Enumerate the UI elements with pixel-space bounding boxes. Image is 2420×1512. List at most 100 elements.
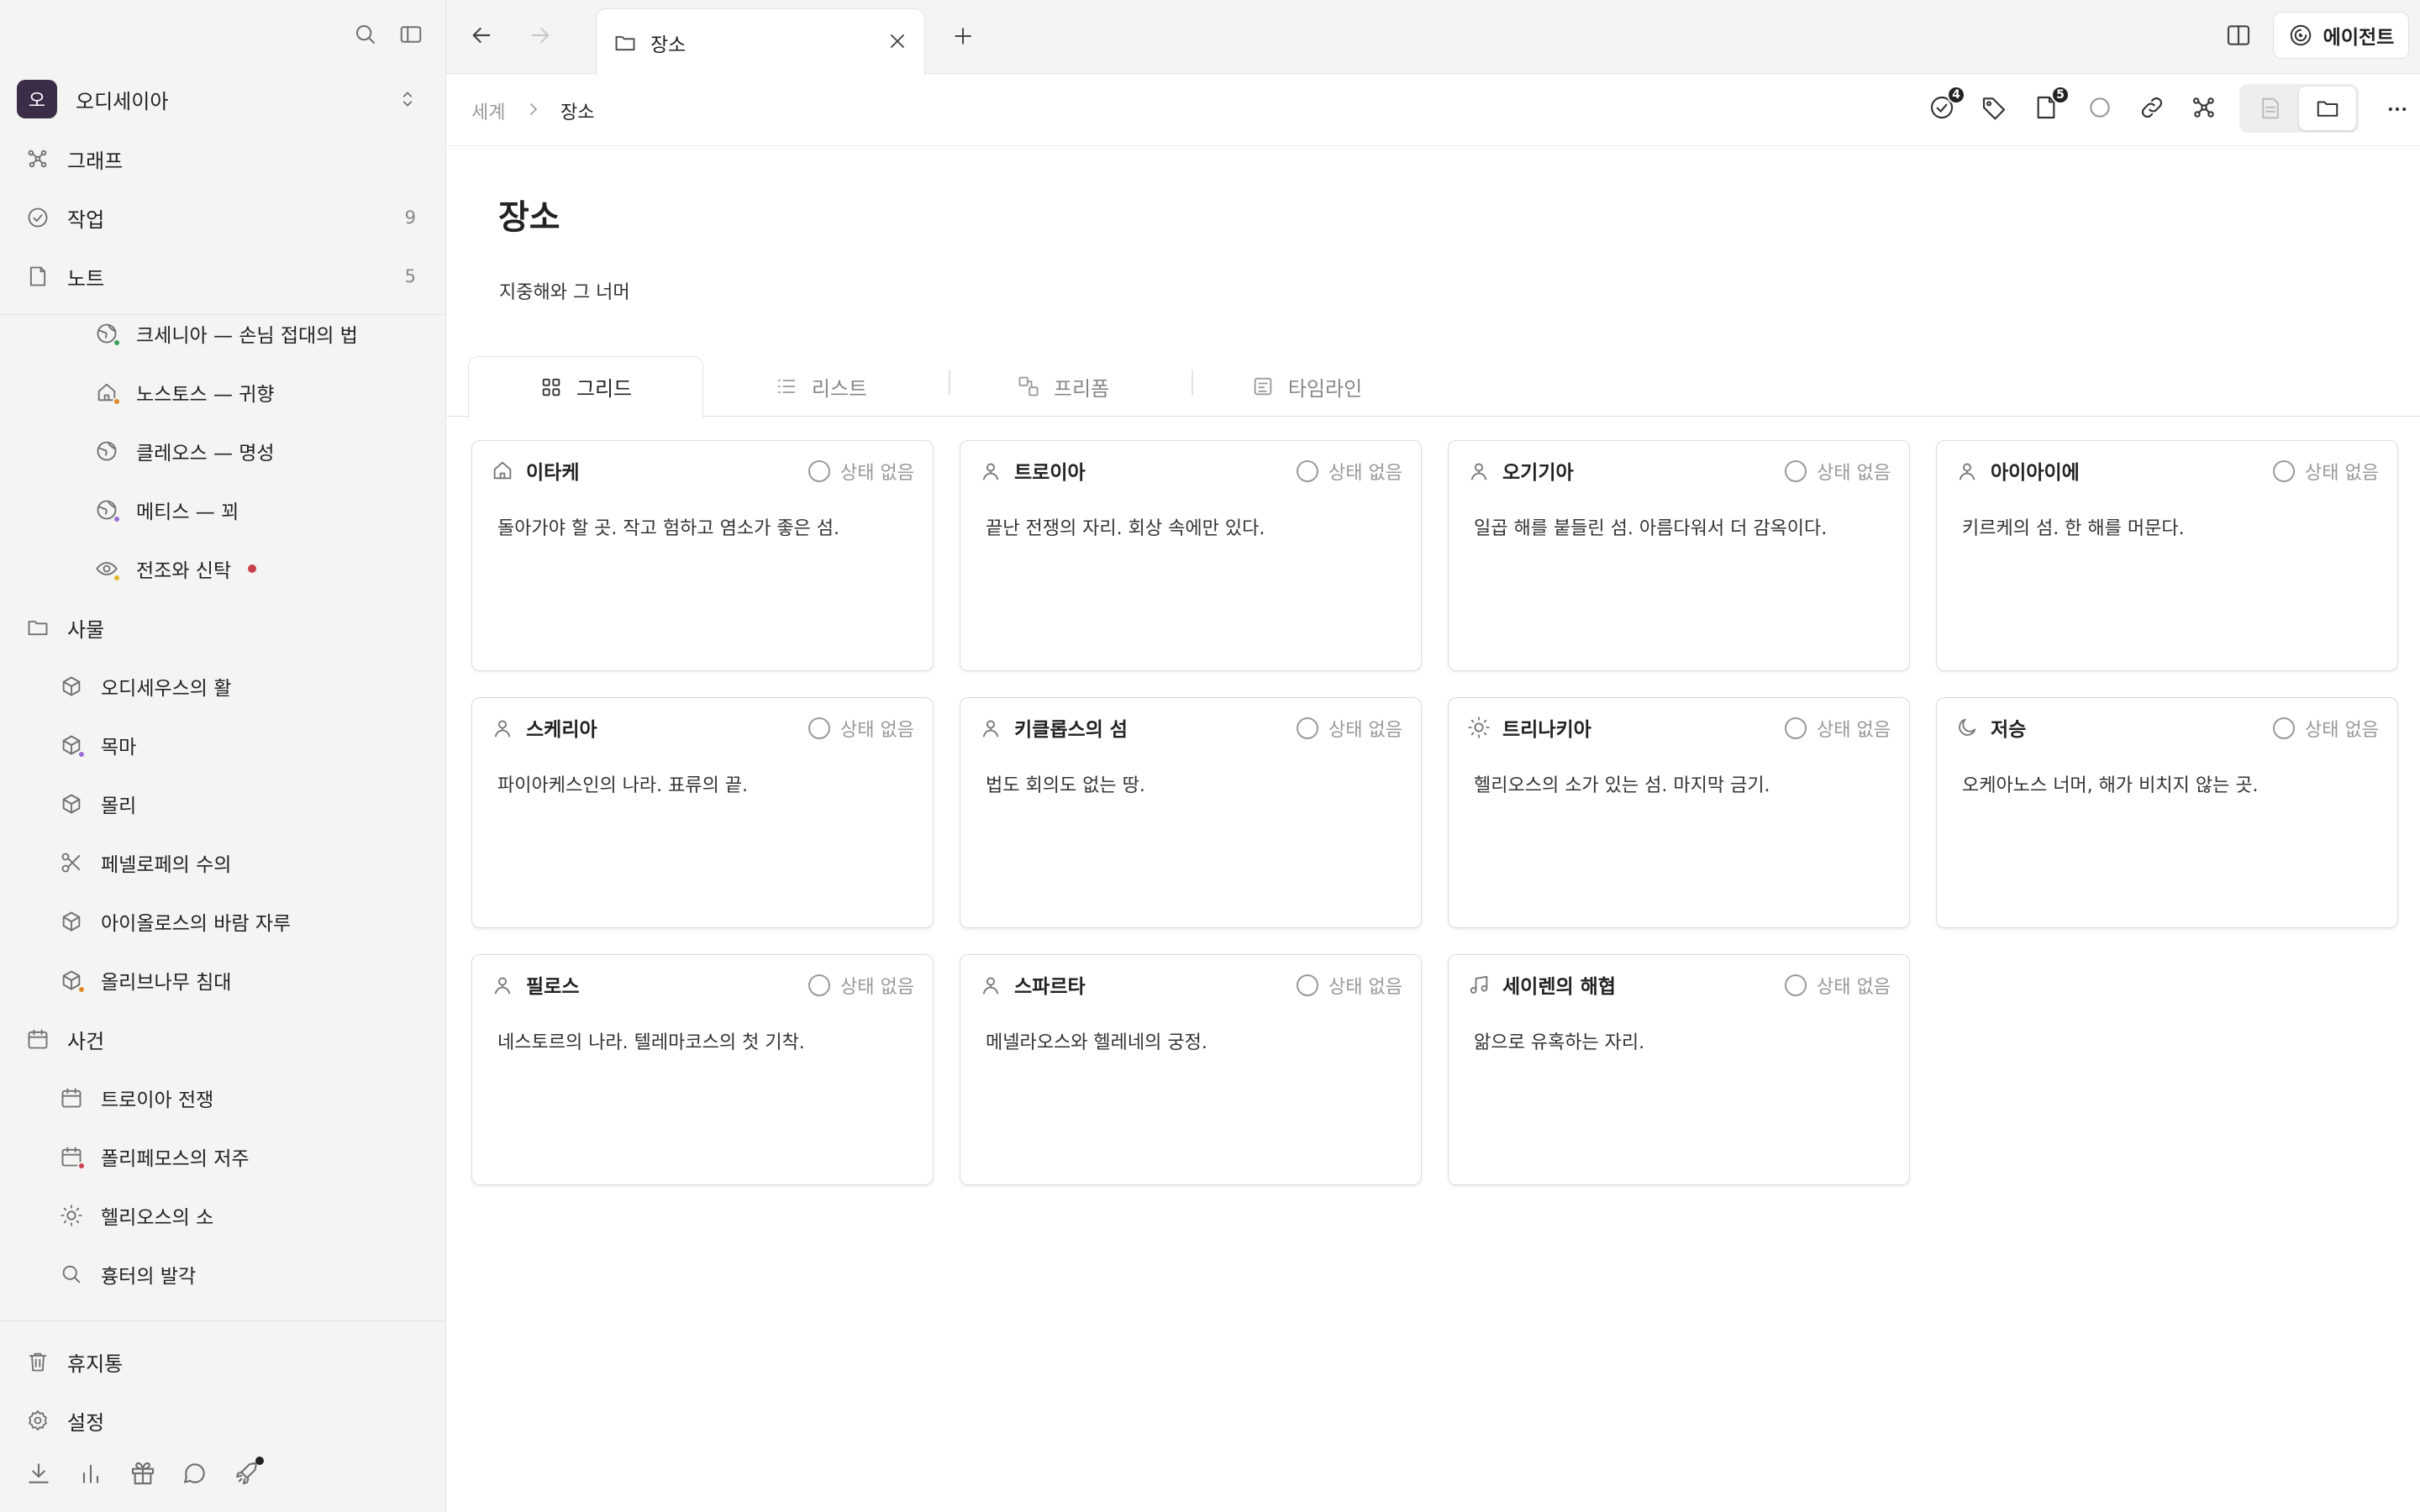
scissors-icon [59, 850, 84, 875]
status-selector[interactable]: 상태 없음 [808, 972, 914, 999]
status-dot [77, 985, 86, 994]
status-dot [77, 750, 86, 759]
tab-grid[interactable]: 그리드 [468, 356, 703, 418]
sidebar-item-thing[interactable]: 올리브나무 침대 [59, 959, 412, 1001]
sidebar-item-thing[interactable]: 오디세우스의 활 [59, 665, 412, 707]
place-card[interactable]: 세이렌의 해협 상태 없음 앎으로 유혹하는 자리. [1448, 954, 1910, 1185]
sidebar-item-thing[interactable]: 목마 [59, 724, 412, 766]
sidebar-item-label: 오디세우스의 활 [101, 678, 232, 700]
place-card[interactable]: 트로이아 상태 없음 끝난 전쟁의 자리. 회상 속에만 있다. [960, 440, 1422, 671]
sidebar-item-event[interactable]: 흉터의 발각 [59, 1253, 412, 1295]
status-circle-icon [808, 717, 831, 739]
sidebar-item-graph[interactable]: 그래프 [25, 138, 416, 180]
sidebar-item-trash[interactable]: 휴지통 [25, 1341, 416, 1383]
breadcrumb-parent[interactable]: 세계 [471, 97, 505, 124]
view-mode-toggle [2239, 84, 2359, 133]
sidebar-toggle-icon[interactable] [398, 22, 424, 47]
close-icon[interactable] [886, 29, 909, 53]
agent-button[interactable]: 에이전트 [2273, 12, 2409, 59]
rocket-icon[interactable] [234, 1457, 264, 1487]
location-icon [979, 459, 1002, 482]
sidebar-item-thing[interactable]: 몰리 [59, 783, 412, 825]
sidebar-item-event[interactable]: 폴리페모스의 저주 [59, 1136, 412, 1178]
place-card[interactable]: 저승 상태 없음 오케아노스 너머, 해가 비치지 않는 곳. [1936, 697, 2398, 928]
sidebar-item-label: 클레오스 — 명성 [136, 443, 275, 465]
sidebar-item-event[interactable]: 트로이아 전쟁 [59, 1077, 412, 1119]
tab-freeform[interactable]: 프리폼 [945, 356, 1181, 417]
tab-list[interactable]: 리스트 [703, 356, 939, 417]
tasks-check-icon[interactable]: 4 [1928, 86, 1965, 121]
sidebar-item-place[interactable]: 메티스 — 꾀 [94, 489, 413, 531]
folder-view-icon[interactable] [2299, 87, 2356, 130]
card-title: 스파르타 [1014, 976, 1086, 998]
status-selector[interactable]: 상태 없음 [808, 458, 914, 485]
graph-icon[interactable] [2191, 94, 2217, 121]
status-circle-icon [1785, 974, 1807, 996]
note-icon[interactable]: 5 [2033, 86, 2070, 121]
sidebar-item-settings[interactable]: 설정 [25, 1399, 416, 1441]
sidebar-item-place[interactable]: 클레오스 — 명성 [94, 430, 413, 472]
status-selector[interactable]: 상태 없음 [1785, 972, 1891, 999]
place-card[interactable]: 키클롭스의 섬 상태 없음법도 회의도 없는 땅. [960, 697, 1422, 928]
sidebar-item-place[interactable]: 전조와 신탁 [94, 548, 413, 590]
link-icon[interactable] [2139, 94, 2165, 121]
page-description[interactable]: 지중해와 그 너머 [499, 277, 630, 304]
sidebar-item-thing[interactable]: 아이올로스의 바람 자루 [59, 900, 412, 942]
chat-icon[interactable] [182, 1460, 208, 1487]
workspace-switcher[interactable]: 오 오디세이아 [17, 79, 418, 119]
sidebar-item-label: 노스토스 — 귀향 [136, 384, 275, 406]
sidebar-folder-things[interactable]: 사물 [25, 606, 416, 648]
place-card[interactable]: 오기기아 상태 없음 일곱 해를 붙들린 섬. 아름다워서 더 감옥이다. [1448, 440, 1910, 671]
forward-arrow-icon[interactable] [527, 22, 554, 49]
plus-icon[interactable] [950, 24, 976, 49]
tab-places[interactable]: 장소 [596, 8, 925, 76]
status-selector[interactable]: 상태 없음 [808, 715, 914, 742]
status-selector[interactable]: 상태 없음 [1785, 458, 1891, 485]
sidebar-folder-events[interactable]: 사건 [25, 1018, 416, 1060]
calendar-icon [59, 1144, 86, 1170]
place-card[interactable]: 아이아이에 상태 없음 키르케의 섬. 한 해를 머문다. [1936, 440, 2398, 671]
split-view-icon[interactable] [2225, 22, 2252, 49]
status-selector[interactable]: 상태 없음 [1297, 715, 1402, 742]
sidebar-item-notes[interactable]: 노트 5 [25, 255, 416, 297]
sidebar-item-event[interactable]: 헬리오스의 소 [59, 1194, 412, 1236]
place-card[interactable]: 필로스 상태 없음 네스토르의 나라. 텔레마코스의 첫 기착. [471, 954, 934, 1185]
place-card[interactable]: 스케리아 상태 없음 파이아케스인의 나라. 표류의 끝. [471, 697, 934, 928]
place-card[interactable]: 이타케 상태 없음 돌아가야 할 곳. 작고 험하고 염소가 좋은 섬. [471, 440, 934, 671]
sun-icon [59, 1203, 84, 1228]
document-view-icon[interactable] [2242, 87, 2299, 130]
status-selector[interactable]: 상태 없음 [2273, 715, 2379, 742]
search-icon[interactable] [353, 22, 378, 47]
status-selector[interactable]: 상태 없음 [1785, 715, 1891, 742]
status-circle-icon[interactable] [2086, 94, 2113, 121]
status-selector[interactable]: 상태 없음 [1297, 458, 1402, 485]
calendar-icon [25, 1026, 50, 1052]
status-circle-icon [2273, 460, 2296, 482]
sidebar-item-label: 트로이아 전쟁 [101, 1089, 214, 1111]
card-title: 키클롭스의 섬 [1014, 719, 1128, 741]
back-arrow-icon[interactable] [468, 22, 495, 49]
download-icon[interactable] [25, 1460, 52, 1487]
notification-dot [255, 1457, 264, 1465]
grid-icon [539, 375, 563, 399]
calendar-icon [59, 1085, 84, 1110]
sidebar-item-thing[interactable]: 페넬로페의 수의 [59, 842, 412, 884]
place-card[interactable]: 스파르타 상태 없음 메넬라오스와 헬레네의 궁정. [960, 954, 1422, 1185]
status-dot [113, 574, 121, 582]
tab-label: 그리드 [576, 377, 633, 401]
sidebar-item-tasks[interactable]: 작업 9 [25, 197, 416, 239]
status-label: 상태 없음 [1328, 977, 1402, 998]
trash-icon [25, 1349, 50, 1374]
status-selector[interactable]: 상태 없음 [1297, 972, 1402, 999]
bar-chart-icon[interactable] [77, 1460, 104, 1487]
sidebar-item-place[interactable]: 노스토스 — 귀향 [94, 371, 413, 413]
tag-icon[interactable] [1981, 94, 2007, 121]
card-description: 법도 회의도 없는 땅. [986, 775, 1145, 796]
status-circle-icon [1297, 974, 1319, 996]
status-selector[interactable]: 상태 없음 [2273, 458, 2379, 485]
place-card[interactable]: 트리나키아 상태 없음 헬리오스의 소가 있는 섬. 마지막 금기. [1448, 697, 1910, 928]
more-icon[interactable] [2386, 97, 2409, 121]
sidebar-item-place[interactable]: 크세니아 — 손님 접대의 법 [94, 312, 413, 354]
gift-icon[interactable] [129, 1460, 156, 1487]
tab-timeline[interactable]: 타임라인 [1189, 356, 1424, 417]
